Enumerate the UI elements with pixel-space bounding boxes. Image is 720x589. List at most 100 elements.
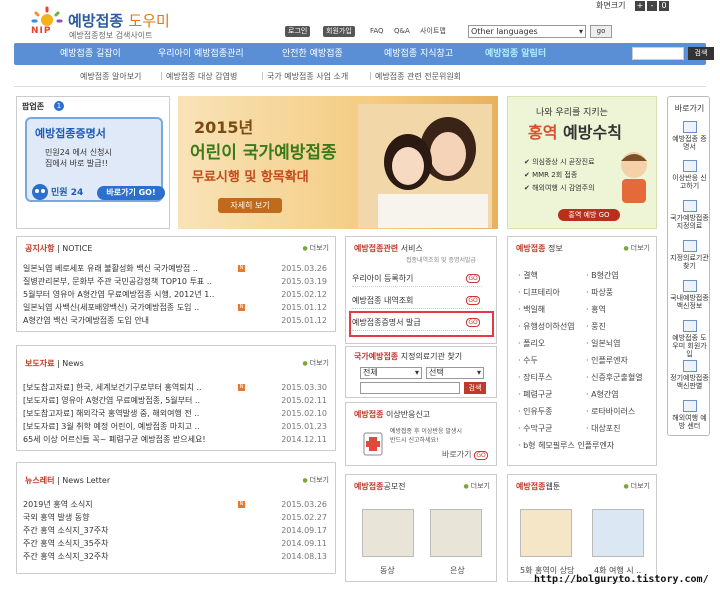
disease-link[interactable]: · 수막구균 — [518, 422, 553, 435]
disease-link[interactable]: · A형간염 — [586, 388, 619, 401]
notice-row-title: A형간염 백신 국가예방접종 도입 안내 — [23, 316, 150, 325]
press-row[interactable]: [보도자료] 영유아 A형간염 무료예방접종, 5월부터 .. 2015.02.1… — [23, 395, 335, 406]
font-increase-button[interactable]: + — [635, 1, 645, 11]
webtoon-thumb-2[interactable] — [592, 509, 644, 557]
login-button[interactable]: 로그인 — [285, 26, 311, 37]
press-row[interactable]: 65세 이상 어르신들 꼭~ 폐렴구균 예방접종 받으세요! 2014.12.11 — [23, 434, 335, 445]
newsletter-row[interactable]: 2019년 홍역 소식지 N 2015.03.26 — [23, 499, 335, 510]
quick-item-vaccine-check[interactable]: 정기예방접종 백신판별 — [670, 360, 709, 390]
disease-link[interactable]: · 폴리오 — [518, 337, 545, 350]
disease-link[interactable]: · 홍역 — [586, 303, 606, 316]
search-button[interactable]: 검색 — [688, 47, 714, 60]
press-row[interactable]: [보도자료] 3월 취학 예정 어린이, 예방접종 마치고 .. 2015.01.… — [23, 421, 335, 432]
adverse-link[interactable]: 바로가기 GO — [442, 449, 488, 460]
language-select[interactable]: Other languages ▾ — [468, 25, 586, 38]
press-row-date: 2015.02.11 — [281, 396, 327, 405]
banner-more-button[interactable]: 자세히 보기 — [218, 198, 282, 213]
nav-item-notice-board[interactable]: 예방접종 알림터 — [485, 43, 546, 65]
clock-icon — [682, 360, 697, 372]
subnav-item-about[interactable]: 예방접종 알아보기 — [80, 71, 141, 82]
logo-nip: NIP — [31, 26, 51, 36]
font-decrease-button[interactable]: - — [647, 1, 657, 11]
service-history-lookup[interactable]: 예방접종 내역조회 GO — [352, 293, 482, 309]
subnav-divider: | — [160, 71, 163, 80]
contest-thumb-1[interactable] — [362, 509, 414, 557]
notice-more-link[interactable]: 더보기 — [303, 243, 329, 253]
disease-info-box: 예방접종 정보 더보기 · 결핵 · 디프테리아 · 백일해 · 유행성이하선염 · 폴… — [507, 236, 657, 466]
subnav-item-national-program[interactable]: 국가 예방접종 사업 소개 — [267, 71, 348, 82]
quick-item-designated[interactable]: 국가예방접종 지정의료 — [670, 200, 709, 230]
disease-link[interactable]: · B형간염 — [586, 269, 619, 282]
subnav-item-committee[interactable]: 예방접종 관련 전문위원회 — [375, 71, 461, 82]
nav-item-guide[interactable]: 예방접종 길잡이 — [60, 43, 121, 65]
newsletter-row[interactable]: 주간 홍역 소식지_35주차 2014.09.11 — [23, 538, 335, 549]
disease-link[interactable]: · 일본뇌염 — [586, 337, 621, 350]
disease-link[interactable]: · 결핵 — [518, 269, 538, 282]
press-row[interactable]: [보도참고자료] 해외각국 홍역발생 중, 해외여행 전 .. 2015.02.1… — [23, 408, 335, 419]
sitemap-link[interactable]: 사이트맵 — [420, 26, 446, 37]
disease-link[interactable]: · 폐렴구균 — [518, 388, 553, 401]
notice-row[interactable]: A형간염 백신 국가예방접종 도입 안내 2015.01.12 — [23, 315, 335, 326]
disease-link[interactable]: · 풍진 — [586, 320, 606, 333]
search-input[interactable] — [632, 47, 684, 60]
faq-link[interactable]: FAQ — [370, 26, 384, 37]
quick-item-travel[interactable]: 해외여행 예방 센터 — [670, 400, 709, 430]
disease-link[interactable]: · 인플루엔자 — [586, 354, 628, 367]
contest-more-link[interactable]: 더보기 — [464, 481, 490, 491]
newsletter-row[interactable]: 주간 홍역 소식지_32주차 2014.08.13 — [23, 551, 335, 562]
qa-link[interactable]: Q&A — [394, 26, 410, 37]
clinic-name-input[interactable] — [360, 382, 460, 394]
site-title[interactable]: 예방접종 도우미 — [68, 10, 170, 31]
disease-link[interactable]: · 유행성이하선염 — [518, 320, 575, 333]
medicine-icon — [363, 432, 383, 456]
disease-link[interactable]: · 인유두종 — [518, 405, 553, 418]
notice-row[interactable]: 일본뇌염 사백신(세포배양백신) 국가예방접종 도입 .. N 2015.01.12 — [23, 302, 335, 313]
popup-go-button[interactable]: 바로가기 GO! — [97, 186, 165, 200]
quick-item-register[interactable]: 예방접종 도우미 회원가입 — [670, 320, 709, 358]
font-reset-button[interactable]: 0 — [659, 1, 669, 11]
subnav-divider: | — [369, 71, 372, 80]
disease-link[interactable]: · 백일해 — [518, 303, 545, 316]
quick-item-certificate[interactable]: 예방접종 증명서 — [670, 121, 709, 151]
webtoon-thumb-1[interactable] — [520, 509, 572, 557]
press-more-link[interactable]: 더보기 — [303, 358, 329, 368]
font-size-label: 화면크기 — [596, 1, 626, 10]
contest-thumb-2[interactable] — [430, 509, 482, 557]
clinic-search-button[interactable]: 검색 — [464, 382, 486, 394]
notice-row[interactable]: 5월부터 영유아 A형간염 무료예방접종 시행, 2012년 1.. 2015.0… — [23, 289, 335, 300]
quick-item-adverse-report[interactable]: 이상반응 신고하기 — [670, 160, 709, 190]
quick-item-find-clinic[interactable]: 지정의료기관 찾기 — [670, 240, 709, 270]
nav-item-knowledge[interactable]: 예방접종 지식창고 — [384, 43, 453, 65]
disease-more-link[interactable]: 더보기 — [624, 243, 650, 253]
notice-row[interactable]: 질병관리본부, 문화부 주관 국민공감정책 TOP10 투표 .. 2015.03… — [23, 276, 335, 287]
main-banner[interactable]: 2015년 어린이 국가예방접종 무료시행 및 항목확대 자세히 보기 — [178, 96, 498, 229]
popup-page-badge[interactable]: 1 — [54, 101, 64, 111]
disease-link[interactable]: · 장티푸스 — [518, 371, 553, 384]
quick-item-vaccine-info[interactable]: 국내예방접종 백신정보 — [670, 280, 709, 310]
disease-link[interactable]: · 신증후군출혈열 — [586, 371, 643, 384]
nav-item-safe-vaccination[interactable]: 안전한 예방접종 — [282, 43, 343, 65]
webtoon-more-link[interactable]: 더보기 — [624, 481, 650, 491]
disease-link[interactable]: · 디프테리아 — [518, 286, 560, 299]
newsletter-row[interactable]: 국외 홍역 발생 동향 2015.02.27 — [23, 512, 335, 523]
disease-link[interactable]: · 로타바이러스 — [586, 405, 635, 418]
newsletter-more-link[interactable]: 더보기 — [303, 475, 329, 485]
join-button[interactable]: 회원가입 — [323, 26, 355, 37]
press-row-title: [보도참고자료] 한국, 세계보건기구로부터 홍역퇴치 .. — [23, 383, 202, 392]
disease-link[interactable]: · 수두 — [518, 354, 538, 367]
measles-go-button[interactable]: 홍역 예방 GO — [558, 209, 620, 221]
disease-link[interactable]: · 파상풍 — [586, 286, 613, 299]
press-row[interactable]: [보도참고자료] 한국, 세계보건기구로부터 홍역퇴치 .. N 2015.03.3… — [23, 382, 335, 393]
subnav-item-diseases[interactable]: 예방접종 대상 감염병 — [166, 71, 237, 82]
go-badge: GO — [466, 296, 480, 305]
region-select[interactable]: 전체 ▾ — [360, 367, 422, 379]
newsletter-row[interactable]: 주간 홍역 소식지_37주차 2014.09.17 — [23, 525, 335, 536]
disease-link[interactable]: · b형 헤모필루스 인플루엔자 — [518, 439, 614, 452]
district-select[interactable]: 선택 ▾ — [426, 367, 484, 379]
nav-item-child-management[interactable]: 우리아이 예방접종관리 — [158, 43, 244, 65]
disease-link[interactable]: · 대상포진 — [586, 422, 621, 435]
notice-row[interactable]: 일본뇌염 베로세포 유래 불활성화 백신 국가예방접 .. N 2015.03.26 — [23, 263, 335, 274]
measles-banner[interactable]: 나와 우리를 지키는 홍역 예방수칙 ✔ 의심증상 시 곧장진료 ✔ MMR 2… — [507, 96, 657, 229]
service-register-child[interactable]: 우리아이 등록하기 GO — [352, 271, 482, 287]
language-go-button[interactable]: go — [590, 25, 612, 38]
